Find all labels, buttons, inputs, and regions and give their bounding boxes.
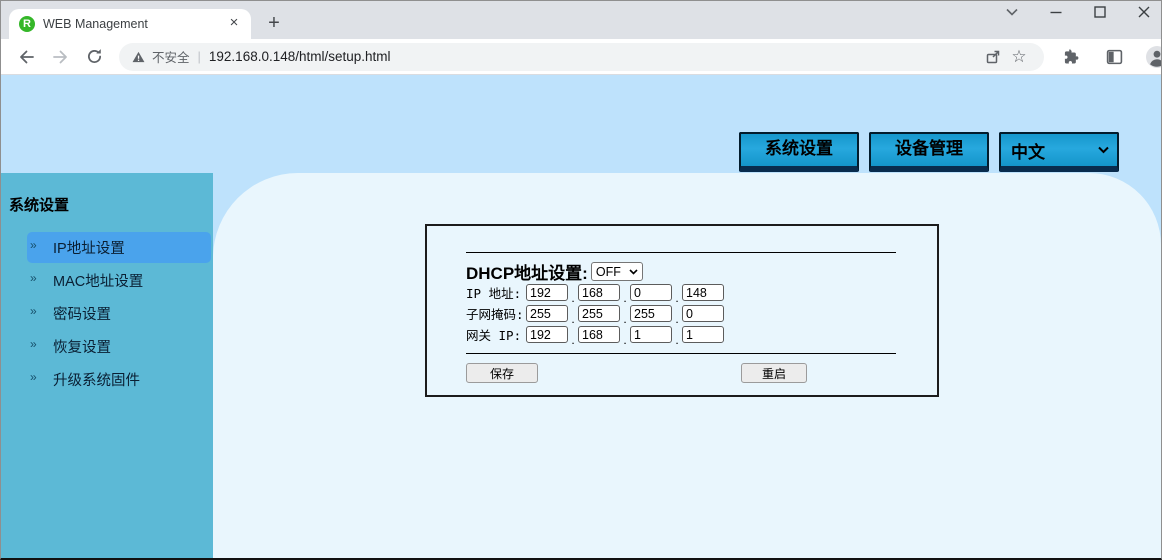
sidebar-title: 系统设置 [9, 194, 213, 215]
dhcp-select[interactable]: OFF [591, 262, 643, 281]
profile-avatar[interactable] [1143, 43, 1162, 71]
toolbar-right: ⋮ [1054, 43, 1162, 71]
url-text[interactable]: 192.168.0.148/html/setup.html [209, 49, 980, 64]
sidebar-item-mac-settings[interactable]: » MAC地址设置 [27, 265, 211, 296]
sidebar-menu: » IP地址设置 » MAC地址设置 » 密码设置 » 恢复设置 » 升级系 [1, 232, 213, 395]
dot-separator: . [568, 335, 578, 345]
language-select-value: 中文 [1011, 138, 1045, 163]
browser-window: R WEB Management × + [0, 0, 1162, 560]
side-panel-icon[interactable] [1100, 43, 1128, 71]
sidebar-item-label: 密码设置 [53, 303, 111, 324]
octet-input[interactable] [578, 284, 620, 301]
minimize-icon[interactable] [1045, 3, 1067, 21]
save-button[interactable]: 保存 [466, 363, 538, 383]
octet-input[interactable] [578, 305, 620, 322]
dhcp-select-value: OFF [596, 265, 621, 279]
row-label: 子网掩码: [466, 304, 526, 323]
reload-icon[interactable] [80, 43, 108, 71]
dot-separator: . [620, 335, 630, 345]
security-chip[interactable]: 不安全 [131, 47, 190, 66]
octet-input[interactable] [682, 305, 724, 322]
subnet-mask-row: 子网掩码: . . . [466, 303, 896, 324]
tab-search-chevron-icon[interactable] [1001, 3, 1023, 21]
back-icon[interactable] [12, 43, 40, 71]
sidebar-item-ip-settings[interactable]: » IP地址设置 [27, 232, 211, 263]
arrow-bullet-icon: » [30, 271, 37, 285]
octet-input[interactable] [682, 326, 724, 343]
browser-tab[interactable]: R WEB Management × [9, 9, 251, 39]
divider [466, 252, 896, 253]
sidebar-item-label: 恢复设置 [53, 336, 111, 357]
nav-system-settings-button[interactable]: 系统设置 [739, 132, 859, 172]
sidebar-item-restore-settings[interactable]: » 恢复设置 [27, 331, 211, 362]
sidebar-item-password-settings[interactable]: » 密码设置 [27, 298, 211, 329]
octet-input[interactable] [526, 326, 568, 343]
arrow-bullet-icon: » [30, 238, 37, 252]
forward-icon[interactable] [46, 43, 74, 71]
tab-strip: R WEB Management × + [1, 1, 1161, 39]
tab-close-icon[interactable]: × [225, 15, 243, 33]
octet-input[interactable] [526, 284, 568, 301]
site-favicon-icon: R [19, 16, 35, 32]
security-label: 不安全 [152, 47, 190, 66]
dot-separator: . [568, 314, 578, 324]
new-tab-button[interactable]: + [261, 11, 287, 37]
octet-input[interactable] [526, 305, 568, 322]
row-label: 网关 IP: [466, 325, 526, 344]
page-body: 系统设置 设备管理 中文 系统设置 » IP地址设置 » MAC地址设置 [1, 75, 1161, 558]
dot-separator: . [620, 293, 630, 303]
tab-title: WEB Management [43, 17, 225, 31]
sidebar-item-label: MAC地址设置 [53, 270, 143, 291]
row-label: IP 地址: [466, 283, 526, 302]
dot-separator: . [620, 314, 630, 324]
dhcp-row: DHCP地址设置: OFF [466, 261, 896, 282]
close-icon[interactable] [1133, 3, 1155, 21]
chevron-down-icon [1098, 146, 1109, 154]
not-secure-warning-icon [131, 50, 146, 64]
sidebar-item-firmware-upgrade[interactable]: » 升级系统固件 [27, 364, 211, 395]
sidebar-item-label: IP地址设置 [53, 237, 125, 258]
dot-separator: . [568, 293, 578, 303]
dhcp-label: DHCP地址设置: [466, 259, 588, 284]
dot-separator: . [672, 314, 682, 324]
form-buttons-row: 保存 重启 [466, 363, 896, 383]
arrow-bullet-icon: » [30, 304, 37, 318]
dot-separator: . [672, 293, 682, 303]
window-controls [1001, 3, 1155, 21]
octet-input[interactable] [682, 284, 724, 301]
octet-input[interactable] [578, 326, 620, 343]
maximize-icon[interactable] [1089, 3, 1111, 21]
bookmark-star-icon[interactable]: ☆ [1006, 44, 1032, 70]
ip-address-row: IP 地址: . . . [466, 282, 896, 303]
sidebar-item-label: 升级系统固件 [53, 369, 140, 390]
url-separator: | [198, 49, 201, 64]
chevron-down-icon [629, 269, 638, 275]
share-icon[interactable] [980, 44, 1006, 70]
address-bar[interactable]: 不安全 | 192.168.0.148/html/setup.html ☆ [119, 43, 1044, 71]
octet-input[interactable] [630, 326, 672, 343]
dot-separator: . [672, 335, 682, 345]
octet-input[interactable] [630, 284, 672, 301]
language-select[interactable]: 中文 [999, 132, 1119, 172]
gateway-ip-row: 网关 IP: . . . [466, 324, 896, 345]
extensions-puzzle-icon[interactable] [1057, 43, 1085, 71]
sidebar: 系统设置 » IP地址设置 » MAC地址设置 » 密码设置 » 恢复设置 [1, 173, 213, 558]
network-settings-form: DHCP地址设置: OFF IP 地址: . . . 子网掩码 [425, 224, 939, 397]
nav-device-management-button[interactable]: 设备管理 [869, 132, 989, 172]
arrow-bullet-icon: » [30, 370, 37, 384]
divider [466, 353, 896, 354]
browser-toolbar: 不安全 | 192.168.0.148/html/setup.html ☆ ⋮ [1, 39, 1161, 75]
arrow-bullet-icon: » [30, 337, 37, 351]
reboot-button[interactable]: 重启 [741, 363, 807, 383]
octet-input[interactable] [630, 305, 672, 322]
